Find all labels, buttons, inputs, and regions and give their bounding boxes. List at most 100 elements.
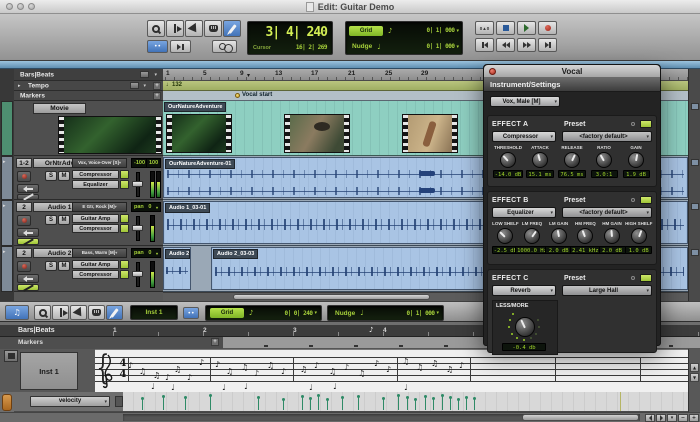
expand-arrow-icon[interactable]: ▸ bbox=[3, 249, 6, 255]
tempo-event[interactable]: ♩132 bbox=[166, 82, 182, 88]
velocity-stem[interactable] bbox=[282, 398, 285, 410]
velocity-stem[interactable] bbox=[414, 398, 417, 410]
effect-enable-button[interactable] bbox=[640, 196, 652, 204]
midi-note[interactable]: ♩ bbox=[171, 384, 175, 392]
zoom-tool-button[interactable] bbox=[147, 20, 165, 37]
midi-scrubber-tool-button[interactable] bbox=[88, 305, 105, 320]
knob-dial[interactable] bbox=[497, 228, 514, 244]
go-to-end-button[interactable] bbox=[538, 38, 557, 52]
scroll-up-button[interactable]: ▲ bbox=[690, 363, 699, 372]
grid-value[interactable]: 0| 1| 000 bbox=[426, 27, 455, 34]
notation-view-button[interactable]: ♫ bbox=[5, 305, 29, 320]
velocity-stem[interactable] bbox=[141, 397, 144, 410]
midi-track-selector[interactable]: Inst 1 bbox=[130, 305, 178, 320]
volume-fader-thumb[interactable] bbox=[132, 225, 143, 231]
velocity-stem[interactable] bbox=[357, 395, 360, 410]
velocity-stem[interactable] bbox=[441, 394, 444, 410]
midi-note[interactable]: ♫ bbox=[226, 368, 233, 376]
pan-right-display[interactable]: 100 bbox=[146, 158, 161, 168]
scroll-left-button[interactable] bbox=[645, 414, 655, 422]
lane-height-control[interactable] bbox=[115, 396, 123, 407]
midi-note[interactable]: ♫ bbox=[300, 366, 307, 374]
effect-enable-button[interactable] bbox=[640, 274, 652, 282]
midi-note[interactable]: ♫ bbox=[358, 370, 365, 378]
input-monitor-button[interactable] bbox=[17, 274, 39, 283]
knob-high-shelf[interactable]: HIGH SHELF 1.0 dB bbox=[625, 221, 652, 254]
scroll-right-button[interactable] bbox=[656, 414, 666, 422]
fast-forward-button[interactable] bbox=[517, 38, 536, 52]
midi-note[interactable]: ♪ bbox=[459, 362, 464, 370]
midi-note[interactable]: ♫ bbox=[139, 368, 146, 376]
play-button[interactable] bbox=[517, 21, 536, 35]
add-marker-button[interactable]: + bbox=[153, 92, 161, 100]
marker-vocal-start[interactable]: Vocal start bbox=[235, 92, 272, 98]
midi-note[interactable]: ♫ bbox=[402, 358, 409, 366]
notation-staff[interactable]: { 4 4 ♪ ♫ ♫ ♪ ♫ ♪ ♪ ♪ ♫ ♫ ♪ ♫ ♪ ♫ ♪ ♫ ♪ ♫ ♪ ♪ ♫ ♫ ♫ ♫ ♪ ♩ ♩ ♩ ♩ ♩ ♩ ♩ bbox=[95, 348, 700, 392]
zoom-out-button[interactable]: − bbox=[678, 414, 688, 422]
pan-display[interactable]: pan 0 ▾ bbox=[131, 248, 161, 258]
solo-button[interactable]: S bbox=[45, 171, 57, 181]
knob-hm-freq[interactable]: HM FREQ 2.41 kHz bbox=[570, 221, 601, 254]
velocity-stem[interactable] bbox=[457, 398, 460, 410]
scrubber-tool-button[interactable] bbox=[204, 20, 222, 37]
grabber-tool-button[interactable] bbox=[185, 20, 203, 37]
expand-arrow-icon[interactable]: ▸ bbox=[18, 83, 21, 89]
tab-to-transient-button[interactable] bbox=[170, 40, 191, 53]
effect-preset-select[interactable]: <factory default> ▾ bbox=[562, 207, 652, 218]
midi-nudge-value[interactable]: 0| 1| 000 bbox=[406, 310, 435, 317]
midi-note[interactable]: ♫ bbox=[329, 368, 336, 376]
velocity-stem[interactable] bbox=[326, 398, 329, 410]
insert-led[interactable] bbox=[120, 214, 129, 223]
window-titlebar[interactable]: Edit: Guitar Demo bbox=[0, 0, 700, 14]
track-tab[interactable] bbox=[691, 203, 699, 210]
volume-fader-thumb[interactable] bbox=[132, 181, 143, 187]
velocity-lane[interactable] bbox=[123, 392, 700, 412]
midi-note[interactable]: ♫ bbox=[431, 360, 438, 368]
record-button[interactable] bbox=[538, 21, 557, 35]
midi-note[interactable]: ♩ bbox=[404, 384, 408, 392]
velocity-stem[interactable] bbox=[184, 396, 187, 410]
velocity-stem[interactable] bbox=[424, 395, 427, 410]
bars-beats-ruler-header[interactable]: Bars|Beats ▾ bbox=[14, 69, 163, 81]
insert-led[interactable] bbox=[120, 180, 129, 189]
velocity-stem[interactable] bbox=[309, 397, 312, 410]
velocity-lane-handle[interactable] bbox=[2, 394, 12, 411]
midi-note[interactable]: ♩ bbox=[222, 384, 226, 392]
insert-button[interactable]: Equalizer bbox=[72, 180, 119, 189]
midi-grid-mode-button[interactable]: Grid bbox=[210, 308, 244, 318]
movie-track-header[interactable]: Movie bbox=[14, 101, 163, 156]
expand-arrow-icon[interactable]: ▸ bbox=[3, 159, 6, 165]
right-track-strip[interactable] bbox=[688, 69, 700, 301]
record-enable-button[interactable] bbox=[17, 215, 31, 226]
tempo-ruler-header[interactable]: ▸ Tempo ▾ + bbox=[14, 81, 163, 91]
lane-type-select[interactable]: velocity ▾ bbox=[30, 396, 110, 407]
effect-preset-select[interactable]: <factory default> ▾ bbox=[562, 131, 652, 142]
midi-note[interactable]: ♪ bbox=[374, 360, 379, 368]
chevron-down-icon[interactable]: ▾ bbox=[456, 28, 459, 34]
knob-dial[interactable] bbox=[564, 152, 580, 168]
grid-mode-button[interactable]: Grid bbox=[349, 25, 383, 36]
mute-button[interactable]: M bbox=[58, 215, 70, 225]
velocity-stem[interactable] bbox=[432, 397, 435, 410]
velocity-stem[interactable] bbox=[301, 395, 304, 410]
midi-note[interactable]: ♪ bbox=[254, 370, 259, 378]
volume-fader-thumb[interactable] bbox=[132, 271, 143, 277]
ruler-options-icon[interactable] bbox=[140, 71, 149, 78]
velocity-stem[interactable] bbox=[317, 394, 320, 410]
midi-note[interactable]: ♫ bbox=[174, 366, 181, 374]
io-selector[interactable]: Bass, Warm [M]▾ bbox=[72, 248, 127, 258]
patch-select-button[interactable] bbox=[4, 350, 18, 362]
video-clip-name[interactable]: OurNatureAdventure bbox=[164, 102, 227, 112]
mute-button[interactable]: M bbox=[58, 171, 70, 181]
plugin-titlebar[interactable]: Vocal bbox=[484, 65, 660, 78]
insert-led[interactable] bbox=[120, 170, 129, 179]
midi-nudge-panel[interactable]: Nudge ♩ 0| 1| 000 ▾ bbox=[327, 305, 444, 321]
velocity-stem[interactable] bbox=[406, 396, 409, 410]
velocity-stem[interactable] bbox=[449, 396, 452, 410]
midi-note[interactable]: ♩ bbox=[151, 383, 155, 391]
effect-type-select[interactable]: Reverb ▾ bbox=[492, 285, 556, 296]
velocity-stem[interactable] bbox=[397, 394, 400, 410]
knob-dial[interactable] bbox=[500, 152, 516, 168]
knob-dial[interactable] bbox=[596, 152, 612, 168]
track-tab[interactable] bbox=[691, 249, 699, 256]
